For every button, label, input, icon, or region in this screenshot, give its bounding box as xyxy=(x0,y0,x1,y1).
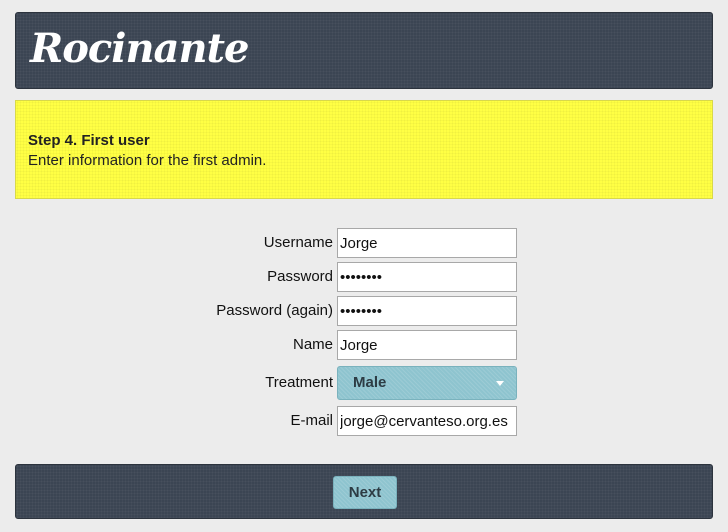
step-title: Step 4. First user xyxy=(28,132,150,149)
step-notice: Step 4. First user Enter information for… xyxy=(15,100,713,199)
header-bar: Rocinante xyxy=(15,12,713,89)
chevron-down-icon xyxy=(496,381,504,386)
treatment-selected-value: Male xyxy=(353,374,387,391)
username-label: Username xyxy=(263,234,333,251)
treatment-row: Treatment Male xyxy=(0,366,728,400)
email-row: E-mail xyxy=(0,406,728,436)
username-row: Username xyxy=(0,228,728,258)
footer-bar: Next xyxy=(15,464,713,519)
treatment-label: Treatment xyxy=(265,374,333,391)
step-description: Enter information for the first admin. xyxy=(28,152,267,169)
email-label: E-mail xyxy=(290,412,333,429)
password-row: Password xyxy=(0,262,728,292)
password-label: Password xyxy=(267,268,333,285)
email-input[interactable] xyxy=(337,406,517,436)
app-logo: Rocinante xyxy=(30,25,249,72)
password-again-input[interactable] xyxy=(337,296,517,326)
treatment-select[interactable]: Male xyxy=(337,366,517,400)
password-again-label: Password (again) xyxy=(216,302,333,319)
name-input[interactable] xyxy=(337,330,517,360)
password-again-row: Password (again) xyxy=(0,296,728,326)
password-input[interactable] xyxy=(337,262,517,292)
next-button[interactable]: Next xyxy=(333,476,397,509)
username-input[interactable] xyxy=(337,228,517,258)
name-row: Name xyxy=(0,330,728,360)
name-label: Name xyxy=(292,336,333,353)
